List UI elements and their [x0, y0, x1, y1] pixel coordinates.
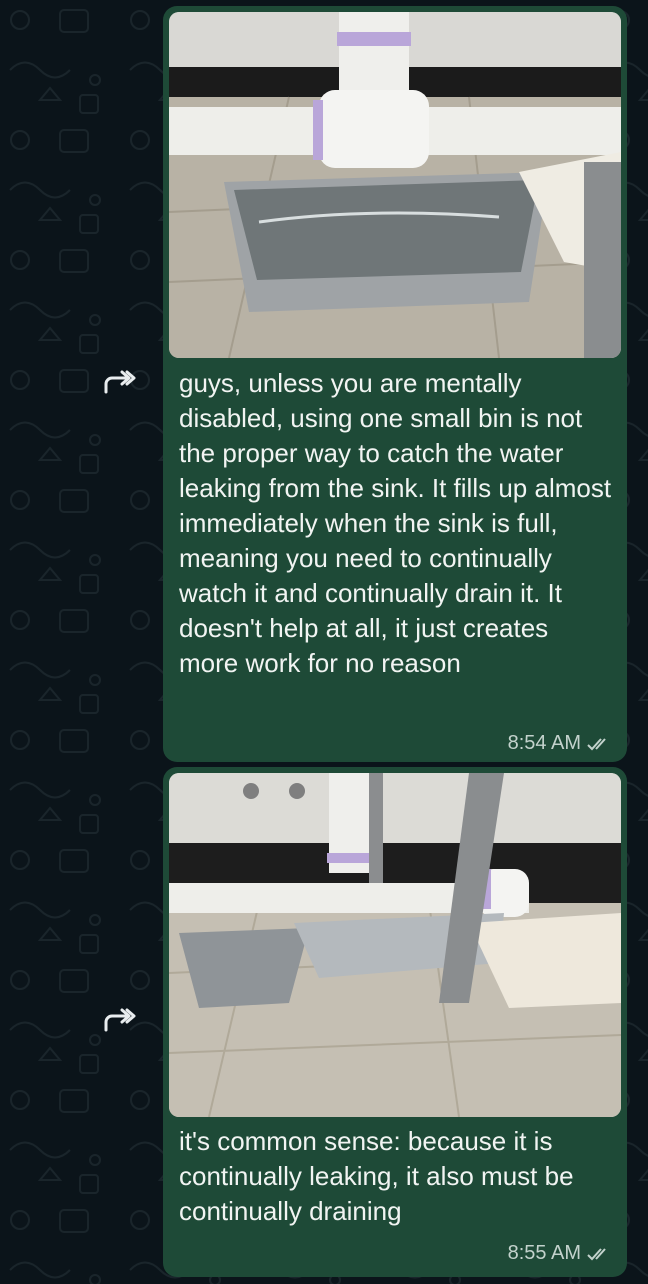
- message-time: 8:54 AM: [507, 732, 581, 754]
- double-check-icon: [587, 1246, 613, 1262]
- forward-icon[interactable]: [102, 1006, 136, 1034]
- photo-pipe-with-pans[interactable]: [169, 773, 621, 1117]
- message-text: it's common sense: because it is continu…: [179, 1126, 574, 1226]
- message-meta: 8:55 AM: [508, 1242, 613, 1265]
- message-time: 8:55 AM: [507, 1242, 581, 1264]
- message-bubble[interactable]: guys, unless you are mentally disabled, …: [163, 6, 627, 762]
- forward-icon[interactable]: [102, 368, 136, 396]
- photo-pipe-leak-with-bin[interactable]: [169, 12, 621, 358]
- message-meta: 8:54 AM: [508, 732, 613, 755]
- message-bubble[interactable]: it's common sense: because it is continu…: [163, 767, 627, 1277]
- double-check-icon: [587, 736, 613, 752]
- message-text: guys, unless you are mentally disabled, …: [179, 368, 612, 678]
